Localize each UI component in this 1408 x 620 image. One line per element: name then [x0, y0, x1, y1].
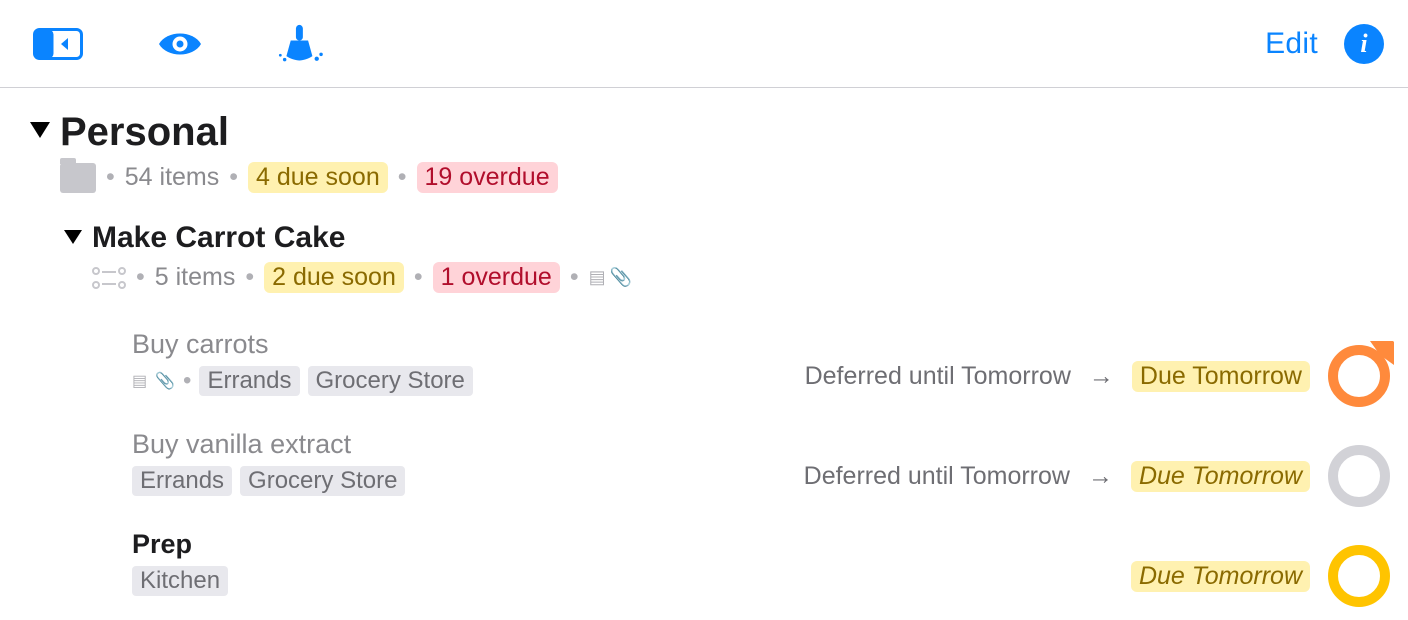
edit-button[interactable]: Edit — [1265, 27, 1318, 61]
arrow-icon: → — [1089, 362, 1114, 391]
disclosure-triangle-icon[interactable] — [64, 230, 82, 244]
project-item-count: 5 items — [155, 263, 236, 292]
arrow-icon: → — [1088, 462, 1113, 491]
project-header[interactable]: Make Carrot Cake • 5 items • 2 due soon … — [64, 221, 1408, 293]
overdue-badge: 19 overdue — [417, 162, 558, 193]
cleanup-button[interactable] — [276, 18, 328, 70]
eye-icon — [155, 24, 205, 64]
task-title: Buy vanilla extract — [132, 428, 804, 460]
view-button[interactable] — [154, 18, 206, 70]
project-title: Make Carrot Cake — [92, 221, 632, 254]
due-label: Due Tomorrow — [1132, 361, 1310, 392]
folder-header-body: Personal • 54 items • 4 due soon • 19 ov… — [60, 110, 558, 193]
due-soon-badge: 2 due soon — [264, 262, 404, 293]
task-tag[interactable]: Errands — [199, 366, 299, 396]
task-tag[interactable]: Grocery Store — [240, 466, 405, 496]
task-title: Prep — [132, 528, 1131, 560]
broom-icon — [276, 19, 328, 69]
defer-label: Deferred until Tomorrow — [805, 362, 1071, 391]
attachment-indicator-icon: 📎 — [155, 371, 175, 391]
project-icon — [92, 267, 126, 289]
status-circle[interactable] — [1328, 345, 1390, 407]
content: Personal • 54 items • 4 due soon • 19 ov… — [0, 88, 1408, 607]
status-circle[interactable] — [1328, 545, 1390, 607]
status-circle[interactable] — [1328, 445, 1390, 507]
sidebar-toggle-button[interactable] — [32, 18, 84, 70]
folder-header[interactable]: Personal • 54 items • 4 due soon • 19 ov… — [30, 110, 1408, 193]
project-header-body: Make Carrot Cake • 5 items • 2 due soon … — [92, 221, 632, 293]
separator-dot: • — [229, 163, 238, 192]
task-tag[interactable]: Kitchen — [132, 566, 228, 596]
folder-icon — [60, 163, 96, 193]
separator-dot: • — [136, 263, 145, 292]
task-left: Prep Kitchen — [132, 528, 1131, 596]
toolbar-right: Edit i — [1265, 24, 1384, 64]
task-list: Buy carrots ▤ 📎 • Errands Grocery Store Deferr… — [132, 317, 1408, 607]
disclosure-triangle-icon[interactable] — [30, 122, 50, 138]
separator-dot: • — [183, 367, 191, 395]
task-tag[interactable]: Errands — [132, 466, 232, 496]
task-row[interactable]: Buy vanilla extract Errands Grocery Store D… — [132, 417, 1408, 507]
separator-dot: • — [106, 163, 115, 192]
task-tag[interactable]: Grocery Store — [308, 366, 473, 396]
task-row[interactable]: Prep Kitchen Due Tomorrow — [132, 517, 1408, 607]
task-meta: ▤ 📎 • Errands Grocery Store — [132, 366, 805, 396]
task-meta: Kitchen — [132, 566, 1131, 596]
folder-meta: • 54 items • 4 due soon • 19 overdue — [60, 162, 558, 193]
due-label: Due Tomorrow — [1131, 461, 1310, 492]
task-right: Deferred until Tomorrow → Due Tomorrow — [805, 345, 1390, 407]
task-left: Buy vanilla extract Errands Grocery Store — [132, 428, 804, 496]
toolbar-left — [32, 18, 328, 70]
toolbar: Edit i — [0, 0, 1408, 88]
project-extra-icons: ▤ 📎 — [589, 267, 632, 288]
folder-title: Personal — [60, 110, 558, 154]
folder-item-count: 54 items — [125, 163, 219, 192]
info-button[interactable]: i — [1344, 24, 1384, 64]
separator-dot: • — [245, 263, 254, 292]
project-block: Make Carrot Cake • 5 items • 2 due soon … — [64, 221, 1408, 607]
due-soon-badge: 4 due soon — [248, 162, 388, 193]
task-left: Buy carrots ▤ 📎 • Errands Grocery Store — [132, 328, 805, 396]
note-indicator-icon: ▤ — [132, 371, 147, 391]
task-meta: Errands Grocery Store — [132, 466, 804, 496]
separator-dot: • — [570, 263, 579, 292]
task-right: Deferred until Tomorrow → Due Tomorrow — [804, 445, 1390, 507]
info-icon: i — [1360, 29, 1367, 59]
project-meta: • 5 items • 2 due soon • 1 overdue • ▤ 📎 — [92, 262, 632, 293]
separator-dot: • — [414, 263, 423, 292]
task-title: Buy carrots — [132, 328, 805, 360]
task-right: Due Tomorrow — [1131, 545, 1390, 607]
sidebar-toggle-icon — [33, 24, 83, 64]
separator-dot: • — [398, 163, 407, 192]
overdue-badge: 1 overdue — [433, 262, 560, 293]
defer-label: Deferred until Tomorrow — [804, 462, 1070, 491]
task-row[interactable]: Buy carrots ▤ 📎 • Errands Grocery Store Deferr… — [132, 317, 1408, 407]
note-indicator-icon: ▤ — [589, 267, 606, 288]
attachment-indicator-icon: 📎 — [610, 267, 632, 288]
due-label: Due Tomorrow — [1131, 561, 1310, 592]
